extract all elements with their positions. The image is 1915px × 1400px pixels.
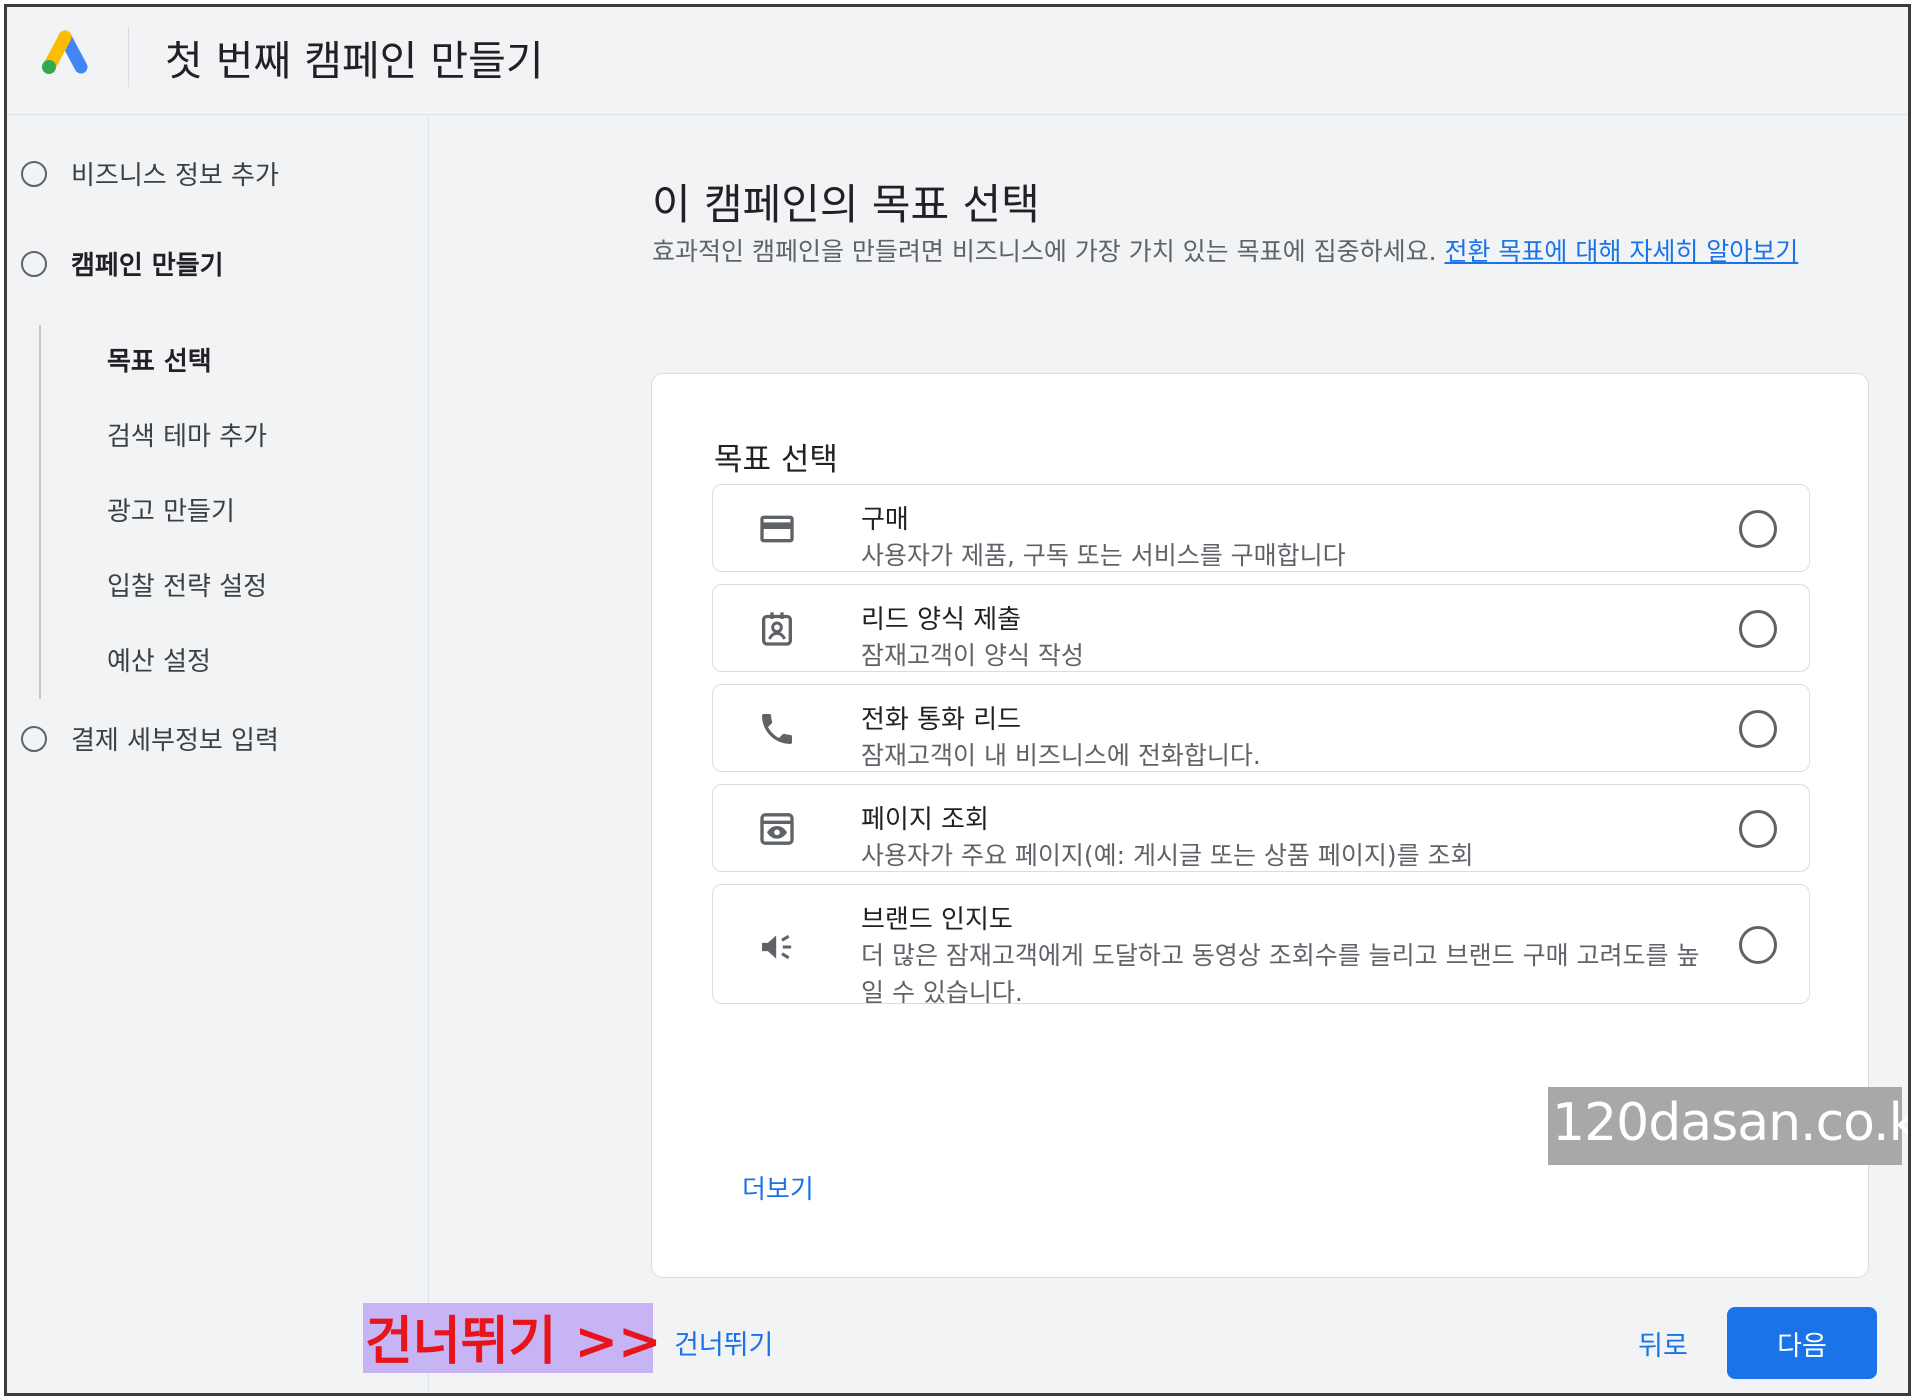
goal-option-page-view[interactable]: 페이지 조회 사용자가 주요 페이지(예: 게시글 또는 상품 페이지)를 조회	[712, 784, 1810, 872]
credit-card-icon	[760, 515, 794, 543]
goal-subtitle: 사용자가 주요 페이지(예: 게시글 또는 상품 페이지)를 조회	[861, 841, 1474, 870]
page-view-icon	[760, 813, 794, 845]
description-text: 효과적인 캠페인을 만들려면 비즈니스에 가장 가치 있는 목표에 집중하세요.	[652, 237, 1437, 266]
goal-option-purchase[interactable]: 구매 사용자가 제품, 구독 또는 서비스를 구매합니다	[712, 484, 1810, 572]
goal-title: 브랜드 인지도	[861, 905, 1013, 935]
goal-subtitle: 잠재고객이 양식 작성	[861, 641, 1084, 670]
megaphone-icon	[762, 934, 792, 960]
goal-title: 전화 통화 리드	[861, 705, 1022, 735]
google-ads-logo-icon[interactable]	[37, 29, 89, 77]
card-title: 목표 선택	[714, 442, 838, 478]
substep-create-ads[interactable]: 광고 만들기	[107, 491, 235, 528]
skip-button[interactable]: 건너뛰기	[674, 1323, 773, 1362]
goal-subtitle: 더 많은 잠재고객에게 도달하고 동영상 조회수를 늘리고 브랜드 구매 고려도…	[861, 941, 1700, 1007]
step-create-campaign[interactable]: 캠페인 만들기	[21, 245, 224, 282]
back-button[interactable]: 뒤로	[1619, 1307, 1707, 1379]
goal-option-lead-form[interactable]: 리드 양식 제출 잠재고객이 양식 작성	[712, 584, 1810, 672]
step-label: 비즈니스 정보 추가	[71, 161, 279, 191]
contact-form-icon	[762, 612, 792, 646]
goal-title: 리드 양식 제출	[861, 605, 1022, 635]
goal-radio[interactable]	[1739, 510, 1777, 548]
goal-radio[interactable]	[1739, 810, 1777, 848]
app-window: 첫 번째 캠페인 만들기 비즈니스 정보 추가 캠페인 만들기 목표 선택 검색…	[4, 4, 1911, 1396]
goal-title: 구매	[861, 505, 909, 535]
page-title: 이 캠페인의 목표 선택	[652, 180, 1040, 229]
skip-callout-text: 건너뛰기 >>	[365, 1312, 662, 1372]
main-content: 이 캠페인의 목표 선택 효과적인 캠페인을 만들려면 비즈니스에 가장 가치 …	[429, 115, 1908, 1393]
page-header-title: 첫 번째 캠페인 만들기	[165, 37, 544, 85]
step-circle-icon	[21, 250, 47, 277]
step-circle-icon	[21, 725, 47, 752]
step-label: 캠페인 만들기	[71, 251, 224, 281]
header-divider	[128, 27, 129, 87]
next-button[interactable]: 다음	[1727, 1307, 1877, 1379]
watermark-text: 120dasan.co.kr	[1552, 1093, 1911, 1153]
goal-option-phone-call[interactable]: 전화 통화 리드 잠재고객이 내 비즈니스에 전화합니다.	[712, 684, 1810, 772]
show-more-link[interactable]: 더보기	[742, 1169, 814, 1206]
step-payment-details[interactable]: 결제 세부정보 입력	[21, 720, 279, 757]
page-description: 효과적인 캠페인을 만들려면 비즈니스에 가장 가치 있는 목표에 집중하세요.…	[652, 233, 1892, 271]
substep-select-goal[interactable]: 목표 선택	[107, 341, 212, 378]
substep-bid-strategy[interactable]: 입찰 전략 설정	[107, 566, 267, 603]
step-circle-icon	[21, 160, 47, 187]
goal-subtitle: 사용자가 제품, 구독 또는 서비스를 구매합니다	[861, 541, 1346, 570]
substep-search-themes[interactable]: 검색 테마 추가	[107, 416, 267, 453]
learn-more-link[interactable]: 전환 목표에 대해 자세히 알아보기	[1444, 237, 1798, 266]
goal-radio[interactable]	[1739, 926, 1777, 964]
goal-radio[interactable]	[1739, 710, 1777, 748]
goal-title: 페이지 조회	[861, 805, 989, 835]
step-label: 결제 세부정보 입력	[71, 726, 279, 756]
goal-option-brand-awareness[interactable]: 브랜드 인지도 더 많은 잠재고객에게 도달하고 동영상 조회수를 늘리고 브랜…	[712, 884, 1810, 1007]
phone-icon	[762, 714, 792, 744]
app-header: 첫 번째 캠페인 만들기	[7, 7, 1908, 115]
substep-connector-line	[39, 325, 41, 699]
stepper-sidebar: 비즈니스 정보 추가 캠페인 만들기 목표 선택 검색 테마 추가 광고 만들기…	[7, 115, 429, 1393]
step-business-info[interactable]: 비즈니스 정보 추가	[21, 155, 279, 192]
goal-radio[interactable]	[1739, 610, 1777, 648]
substep-budget[interactable]: 예산 설정	[107, 641, 211, 678]
goal-subtitle: 잠재고객이 내 비즈니스에 전화합니다.	[861, 741, 1261, 770]
